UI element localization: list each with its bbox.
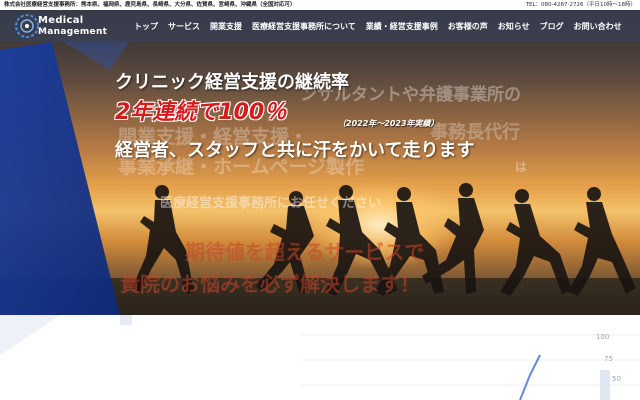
hero-headline-retention: クリニック経営支援の継続率: [115, 72, 349, 93]
logo-mark-icon: [15, 14, 39, 38]
chart-tick-label: 75: [604, 355, 613, 363]
faint-chart-graphic: [0, 315, 640, 400]
ghost-text-8: 貴院のお悩みを必ず解決します！: [120, 272, 420, 296]
nav-item-service[interactable]: サービス: [168, 21, 200, 32]
top-info-bar: 株式会社医療経営支援事務所：熊本県、福岡県、鹿児島県、長崎県、大分県、佐賀県、宮…: [0, 0, 640, 10]
logo-text-line1: Medical: [38, 15, 84, 26]
nav-item-opening-support[interactable]: 開業支援: [210, 21, 242, 32]
nav-item-cases[interactable]: 業績・経営支援事例: [366, 21, 438, 32]
hero-headline-period: （2022年〜2023年実績）: [338, 119, 439, 128]
logo-text-line2: Management: [38, 27, 108, 37]
main-nav: トップ サービス 開業支援 医療経営支援事務所について 業績・経営支援事例 お客…: [134, 10, 632, 42]
nav-item-news[interactable]: お知らせ: [498, 21, 530, 32]
ghost-text-5: 医療経営支援事務所にお任せください: [160, 196, 382, 211]
nav-item-top[interactable]: トップ: [134, 21, 158, 32]
office-locations-text: 株式会社医療経営支援事務所：熊本県、福岡県、鹿児島県、長崎県、大分県、佐賀県、宮…: [4, 2, 296, 8]
below-hero-section: 100 75 50: [0, 315, 640, 400]
hero-headline-rate: 2年連続で100％: [115, 100, 287, 125]
nav-item-contact[interactable]: お問い合わせ: [574, 21, 622, 32]
hero-banner: ンサルタントや弁護事業所の 開業支援・経営支援・ 事務長代行 事業承継・ホームペ…: [0, 10, 640, 315]
chart-tick-label: 50: [612, 375, 621, 383]
nav-item-about[interactable]: 医療経営支援事務所について: [252, 21, 356, 32]
ghost-text-6: は: [515, 160, 528, 174]
chart-tick-label: 100: [596, 333, 610, 341]
hero-headline-slogan: 経営者、スタッフと共に汗をかいて走ります: [115, 140, 475, 161]
ghost-text-7: 期待値を超えるサービスで: [185, 240, 425, 264]
site-header: Medical Management トップ サービス 開業支援 医療経営支援事…: [0, 10, 640, 42]
site-logo[interactable]: Medical Management: [14, 12, 110, 40]
phone-text[interactable]: TEL：080-4287-2726（平日10時〜18時）: [526, 0, 636, 10]
nav-item-voices[interactable]: お客様の声: [448, 21, 488, 32]
nav-item-blog[interactable]: ブログ: [540, 21, 564, 32]
